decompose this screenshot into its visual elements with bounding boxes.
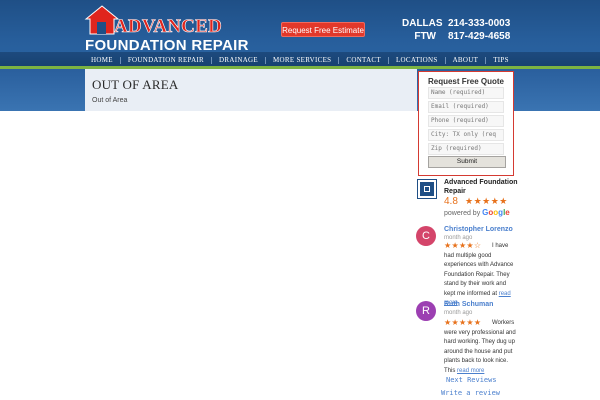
- phone-row-dallas: DALLAS 214-333-0003: [402, 17, 512, 30]
- nav-item-tips[interactable]: TIPS: [486, 56, 516, 64]
- logo-inner-square: [424, 186, 430, 192]
- phone-city: FTW: [414, 31, 436, 42]
- review-text: Workers were very professional and hard …: [444, 319, 518, 376]
- quote-form: Request Free Quote Name (required) Email…: [418, 71, 514, 176]
- page-title: OUT OF AREA: [92, 77, 179, 92]
- quote-form-title: Request Free Quote: [427, 77, 504, 86]
- name-field[interactable]: Name (required): [428, 87, 504, 99]
- review-text: I have had multiple good experiences wit…: [444, 242, 518, 309]
- phone-number-link[interactable]: 817-429-4658: [448, 30, 512, 43]
- nav-item-about[interactable]: ABOUT: [446, 56, 486, 64]
- google-letter: e: [505, 208, 510, 217]
- reviewer-avatar: C: [416, 226, 436, 246]
- powered-by-text: powered by: [444, 210, 481, 217]
- powered-by-google: powered by Google: [444, 208, 510, 217]
- reviewer-name[interactable]: Ruth Schuman: [444, 301, 493, 308]
- review-date: month ago: [444, 310, 473, 316]
- logo-text-advanced: ADVANCED: [114, 16, 222, 37]
- overall-rating: 4.8: [444, 196, 458, 207]
- nav-item-contact[interactable]: CONTACT: [339, 56, 388, 64]
- zip-field[interactable]: Zip (required): [428, 143, 504, 155]
- business-name[interactable]: Advanced Foundation Repair: [444, 178, 524, 196]
- review-body: I have had multiple good experiences wit…: [444, 243, 514, 297]
- city-field[interactable]: City: TX only (req: [428, 129, 504, 141]
- phone-city: DALLAS: [402, 18, 443, 29]
- nav-item-more-services[interactable]: MORE SERVICES: [266, 56, 338, 64]
- reviewer-name[interactable]: Christopher Lorenzo: [444, 226, 513, 233]
- nav-item-locations[interactable]: LOCATIONS: [389, 56, 445, 64]
- request-estimate-button[interactable]: Request Free Estimate: [281, 22, 365, 37]
- nav-item-drainage[interactable]: DRAINAGE: [212, 56, 265, 64]
- phone-number-link[interactable]: 214-333-0003: [448, 17, 512, 30]
- reviewer-avatar: R: [416, 301, 436, 321]
- phone-numbers: DALLAS 214-333-0003 FTW 817-429-4658: [402, 17, 512, 43]
- phone-field[interactable]: Phone (required): [428, 115, 504, 127]
- logo-text-foundation-repair: FOUNDATION REPAIR: [85, 37, 249, 54]
- phone-row-ftw: FTW 817-429-4658: [402, 30, 512, 43]
- page-body-text: Out of Area: [92, 97, 128, 104]
- site-logo[interactable]: ADVANCED FOUNDATION REPAIR: [84, 5, 248, 53]
- business-logo-icon: [417, 179, 437, 199]
- next-reviews-link[interactable]: Next Reviews: [446, 376, 497, 384]
- rating-stars-icon: ★★★★★: [465, 196, 508, 206]
- nav-item-foundation-repair[interactable]: FOUNDATION REPAIR: [121, 56, 211, 64]
- nav-item-home[interactable]: HOME: [84, 56, 120, 64]
- review-body: Workers were very professional and hard …: [444, 320, 516, 374]
- google-logo: Google: [482, 208, 510, 217]
- email-field[interactable]: Email (required): [428, 101, 504, 113]
- write-review-link[interactable]: Write a review: [441, 389, 500, 397]
- submit-button[interactable]: Submit: [428, 156, 506, 168]
- read-more-link[interactable]: read more: [457, 368, 484, 374]
